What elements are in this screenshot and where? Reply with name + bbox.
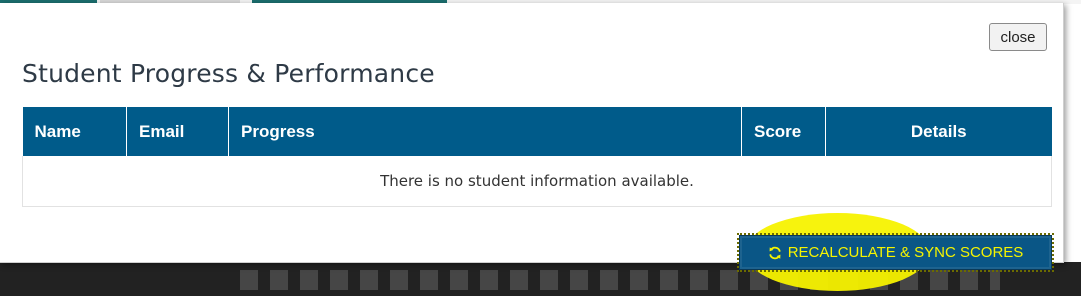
student-table: Name Email Progress Score Details There … bbox=[22, 107, 1052, 207]
table-empty-row: There is no student information availabl… bbox=[22, 156, 1052, 207]
empty-message: There is no student information availabl… bbox=[22, 156, 1052, 207]
column-header-details[interactable]: Details bbox=[825, 107, 1052, 156]
modal-title: Student Progress & Performance bbox=[22, 59, 435, 88]
column-header-score[interactable]: Score bbox=[741, 107, 826, 156]
column-header-email[interactable]: Email bbox=[126, 107, 229, 156]
column-header-progress[interactable]: Progress bbox=[228, 107, 742, 156]
column-header-name[interactable]: Name bbox=[22, 107, 127, 156]
close-button[interactable]: close bbox=[989, 23, 1047, 51]
recalculate-sync-scores-button[interactable]: RECALCULATE & SYNC SCORES bbox=[737, 233, 1054, 272]
focus-ring bbox=[737, 233, 1054, 272]
student-progress-modal: close Student Progress & Performance Nam… bbox=[0, 3, 1064, 291]
table-header-row: Name Email Progress Score Details bbox=[22, 107, 1052, 156]
